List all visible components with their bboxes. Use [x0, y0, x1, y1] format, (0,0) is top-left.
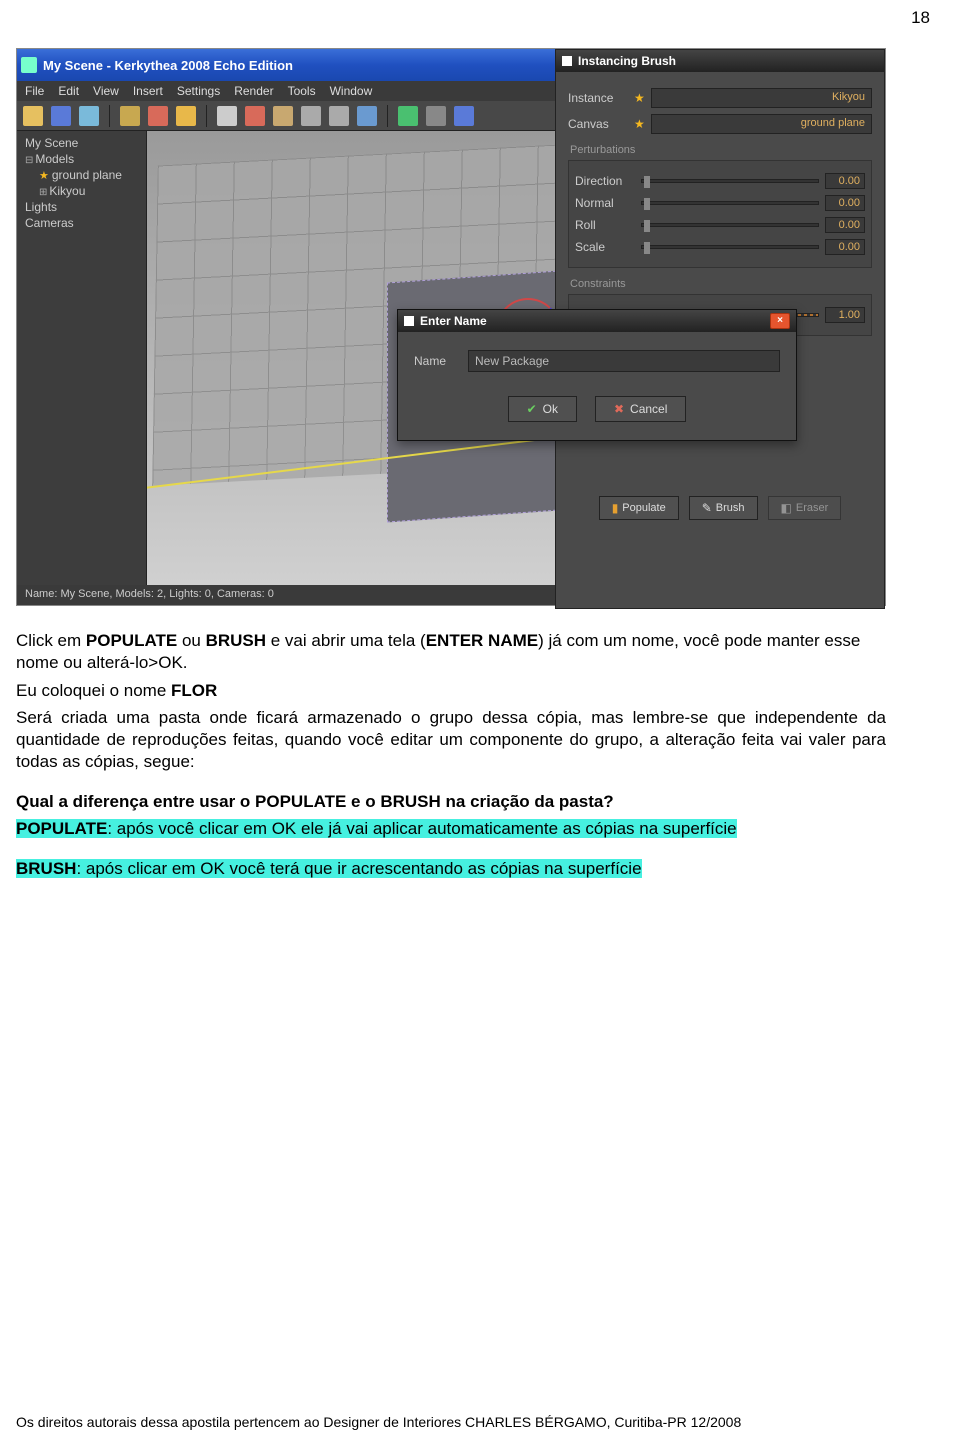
image-icon[interactable]	[454, 106, 474, 126]
tree-models[interactable]: ⊟Models	[21, 151, 142, 167]
eraser-button[interactable]: ◧Eraser	[768, 496, 842, 520]
menu-view[interactable]: View	[93, 84, 119, 98]
dialog-icon	[404, 316, 414, 326]
dialog-titlebar: Enter Name ×	[398, 310, 796, 332]
menu-window[interactable]: Window	[330, 84, 373, 98]
tree-lights[interactable]: Lights	[21, 199, 142, 215]
window-title: My Scene - Kerkythea 2008 Echo Edition	[43, 58, 293, 73]
star-icon[interactable]: ★	[634, 91, 645, 105]
open-icon[interactable]	[23, 106, 43, 126]
footer: Os direitos autorais dessa apostila pert…	[16, 1414, 886, 1430]
name-input[interactable]	[468, 350, 780, 372]
save2-icon[interactable]	[79, 106, 99, 126]
zoom-icon[interactable]	[329, 106, 349, 126]
orbit-icon[interactable]	[301, 106, 321, 126]
tree-kikyou[interactable]: ⊞Kikyou	[21, 183, 142, 199]
menu-render[interactable]: Render	[234, 84, 273, 98]
slider-normal[interactable]: Normal0.00	[575, 195, 865, 211]
slider-scale[interactable]: Scale0.00	[575, 239, 865, 255]
cancel-button[interactable]: ✖Cancel	[595, 396, 686, 422]
menu-tools[interactable]: Tools	[288, 84, 316, 98]
hand-icon[interactable]	[273, 106, 293, 126]
slider-roll[interactable]: Roll0.00	[575, 217, 865, 233]
target-icon[interactable]	[245, 106, 265, 126]
pointer-icon[interactable]	[217, 106, 237, 126]
question: Qual a diferença entre usar o POPULATE e…	[16, 791, 886, 813]
page-number: 18	[911, 8, 930, 28]
name-label: Name	[414, 354, 458, 368]
tree-ground-plane[interactable]: ★ground plane	[21, 167, 142, 183]
menu-edit[interactable]: Edit	[58, 84, 79, 98]
slider-direction[interactable]: Direction0.00	[575, 173, 865, 189]
instance-value[interactable]: Kikyou	[651, 88, 872, 108]
tree-cameras[interactable]: Cameras	[21, 215, 142, 231]
render-icon[interactable]	[398, 106, 418, 126]
populate-button[interactable]: ▮Populate	[599, 496, 679, 520]
menu-settings[interactable]: Settings	[177, 84, 220, 98]
panel-title: Instancing Brush	[556, 50, 884, 72]
save-icon[interactable]	[51, 106, 71, 126]
menu-file[interactable]: File	[25, 84, 44, 98]
perturbations-group: Direction0.00 Normal0.00 Roll0.00 Scale0…	[568, 160, 872, 268]
brush-button[interactable]: ✎Brush	[689, 496, 758, 520]
sun-icon[interactable]	[176, 106, 196, 126]
globe-icon[interactable]	[148, 106, 168, 126]
app-screenshot: My Scene - Kerkythea 2008 Echo Edition F…	[16, 48, 886, 606]
perturbations-label: Perturbations	[568, 144, 872, 156]
constraints-label: Constraints	[568, 278, 872, 290]
stop-icon[interactable]	[426, 106, 446, 126]
app-icon	[21, 57, 37, 73]
instance-label: Instance	[568, 91, 628, 105]
ok-button[interactable]: ✔Ok	[508, 396, 577, 422]
bulb-icon[interactable]	[120, 106, 140, 126]
canvas-label: Canvas	[568, 117, 628, 131]
tree-root[interactable]: My Scene	[21, 135, 142, 151]
menu-insert[interactable]: Insert	[133, 84, 163, 98]
scene-tree: My Scene ⊟Models ★ground plane ⊞Kikyou L…	[17, 131, 147, 585]
panel-icon	[562, 56, 572, 66]
home-icon[interactable]	[357, 106, 377, 126]
body-text: Click em POPULATE ou BRUSH e vai abrir u…	[16, 630, 886, 886]
canvas-value[interactable]: ground plane	[651, 114, 872, 134]
star-icon[interactable]: ★	[634, 117, 645, 131]
dialog-close-button[interactable]: ×	[770, 313, 790, 329]
enter-name-dialog: Enter Name × Name ✔Ok ✖Cancel	[397, 309, 797, 441]
